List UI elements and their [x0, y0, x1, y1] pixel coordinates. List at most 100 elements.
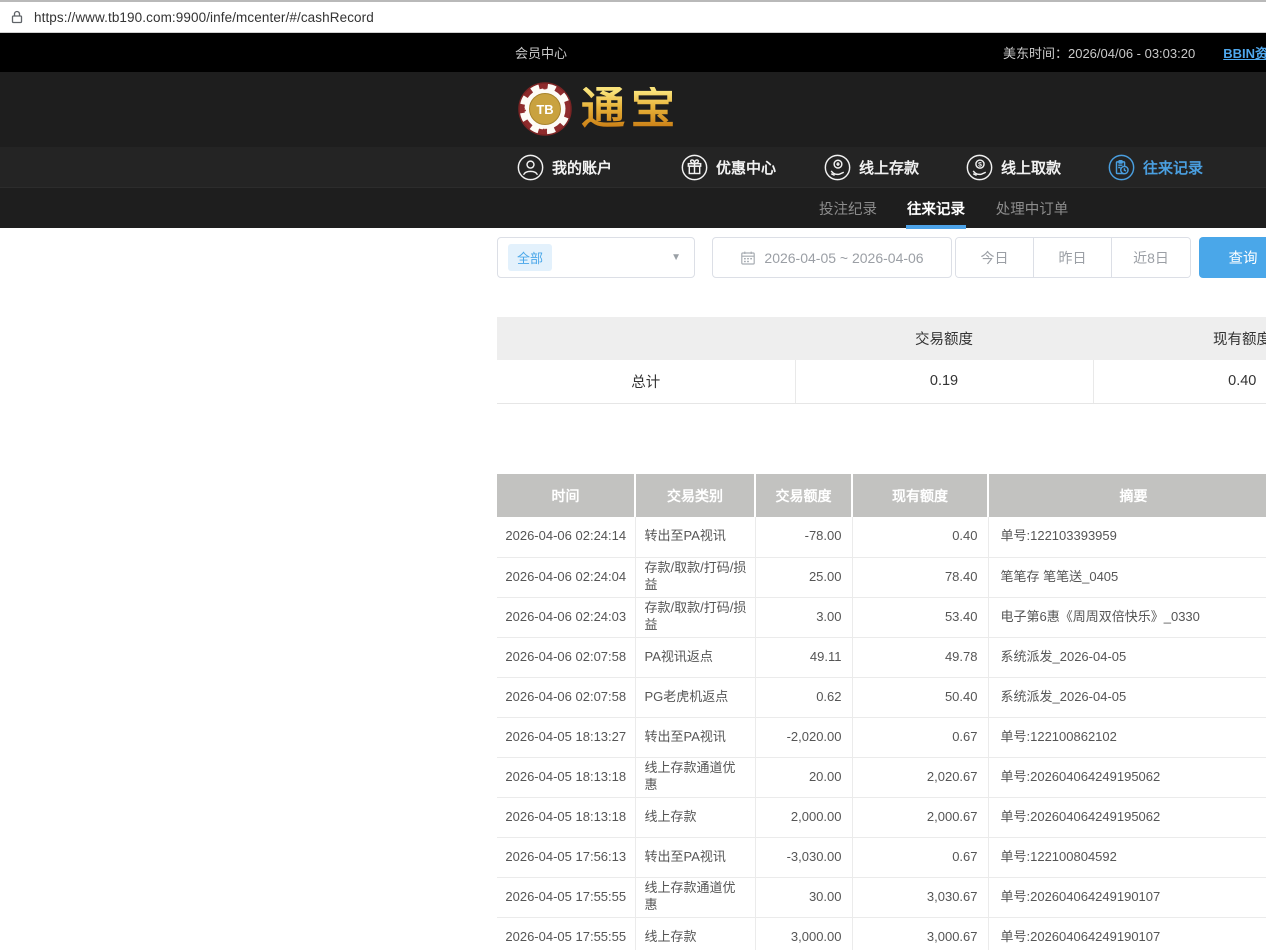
sub-nav: 投注纪录 往来记录 处理中订单	[0, 187, 1266, 228]
table-row: 2026-04-06 02:24:04存款/取款/打码/损益25.0078.40…	[497, 557, 1266, 597]
table-row: 2026-04-05 17:55:55线上存款通道优惠30.003,030.67…	[497, 877, 1266, 917]
main-nav: 我的账户 优惠中心 线上存款	[0, 147, 1266, 187]
table-cell: 线上存款通道优惠	[635, 757, 755, 797]
user-icon	[517, 154, 544, 181]
nav-item-online-withdraw[interactable]: $ 线上取款	[966, 147, 1061, 187]
table-cell: 2026-04-05 18:13:27	[497, 717, 635, 757]
bbin-link[interactable]: BBIN资	[1223, 43, 1266, 62]
table-cell: 线上存款	[635, 917, 755, 950]
last-8-days-button[interactable]: 近8日	[1112, 238, 1190, 277]
date-range-value: 2026-04-05 ~ 2026-04-06	[764, 250, 923, 266]
category-selected-tag[interactable]: 全部	[508, 244, 552, 271]
table-cell: 存款/取款/打码/损益	[635, 597, 755, 637]
table-cell: 2026-04-06 02:24:04	[497, 557, 635, 597]
table-cell: 2026-04-06 02:24:03	[497, 597, 635, 637]
table-row: 2026-04-05 18:13:18线上存款通道优惠20.002,020.67…	[497, 757, 1266, 797]
active-tab-underline	[906, 225, 966, 229]
records-table-header: 时间交易类别交易额度现有额度摘要	[497, 474, 1266, 517]
table-cell: 单号:122103393959	[988, 517, 1266, 557]
nav-label: 优惠中心	[716, 157, 776, 178]
date-range-input[interactable]: 2026-04-05 ~ 2026-04-06	[712, 237, 952, 278]
tab-label: 投注纪录	[819, 198, 877, 219]
nav-item-my-account[interactable]: 我的账户	[517, 147, 612, 187]
table-cell: 存款/取款/打码/损益	[635, 557, 755, 597]
table-cell: 2026-04-05 18:13:18	[497, 797, 635, 837]
table-cell: 单号:122100862102	[988, 717, 1266, 757]
records-column-header: 时间	[497, 474, 635, 517]
table-cell: 单号:202604064249195062	[988, 757, 1266, 797]
table-cell: 单号:202604064249190107	[988, 877, 1266, 917]
member-center-link[interactable]: 会员中心	[515, 33, 567, 72]
eastern-time-label: 美东时间：2026/04/06 - 03:03:20	[1003, 43, 1195, 62]
svg-text:$: $	[978, 161, 982, 168]
tab-cash-records[interactable]: 往来记录	[906, 188, 966, 229]
nav-item-promotions[interactable]: 优惠中心	[681, 147, 776, 187]
table-cell: 系统派发_2026-04-05	[988, 637, 1266, 677]
table-cell: 78.40	[852, 557, 988, 597]
gift-icon	[681, 154, 708, 181]
category-select[interactable]: 全部 ▼	[497, 237, 695, 278]
table-cell: 2026-04-06 02:24:14	[497, 517, 635, 557]
page: https://www.tb190.com:9900/infe/mcenter/…	[0, 0, 1266, 950]
table-cell: 3,000.67	[852, 917, 988, 950]
table-cell: 2026-04-05 17:56:13	[497, 837, 635, 877]
browser-address-bar[interactable]: https://www.tb190.com:9900/infe/mcenter/…	[0, 0, 1266, 33]
table-cell: 0.40	[852, 517, 988, 557]
yesterday-button[interactable]: 昨日	[1034, 238, 1112, 277]
nav-label: 我的账户	[552, 157, 612, 178]
table-cell: 3.00	[755, 597, 852, 637]
url-text[interactable]: https://www.tb190.com:9900/infe/mcenter/…	[34, 10, 374, 25]
tab-pending-orders[interactable]: 处理中订单	[994, 188, 1070, 229]
table-cell: 0.62	[755, 677, 852, 717]
table-cell: 单号:122100804592	[988, 837, 1266, 877]
lock-icon	[9, 9, 25, 25]
records-column-header: 现有额度	[852, 474, 988, 517]
table-cell: 25.00	[755, 557, 852, 597]
brand-logo[interactable]: TB ♠ ♥ ♣ ♦ 通宝	[517, 81, 681, 137]
table-cell: 系统派发_2026-04-05	[988, 677, 1266, 717]
table-cell: 2026-04-06 02:07:58	[497, 637, 635, 677]
table-cell: -3,030.00	[755, 837, 852, 877]
nav-item-online-deposit[interactable]: 线上存款	[824, 147, 919, 187]
summary-trade-total: 0.19	[795, 360, 1093, 403]
table-cell: 转出至PA视讯	[635, 837, 755, 877]
table-cell: 2026-04-05 17:55:55	[497, 917, 635, 950]
table-cell: -78.00	[755, 517, 852, 557]
tab-label: 处理中订单	[996, 198, 1069, 219]
table-cell: 3,000.00	[755, 917, 852, 950]
table-row: 2026-04-05 18:13:18线上存款2,000.002,000.67单…	[497, 797, 1266, 837]
records-column-header: 交易额度	[755, 474, 852, 517]
tab-bet-records[interactable]: 投注纪录	[818, 188, 878, 229]
svg-text:TB: TB	[536, 102, 553, 117]
query-button[interactable]: 查询	[1199, 237, 1266, 278]
table-cell: 2,000.67	[852, 797, 988, 837]
deposit-icon	[824, 154, 851, 181]
table-cell: 转出至PA视讯	[635, 517, 755, 557]
brand-name: 通宝	[581, 87, 681, 131]
table-row: 2026-04-06 02:24:03存款/取款/打码/损益3.0053.40电…	[497, 597, 1266, 637]
svg-text:♥: ♥	[542, 128, 547, 135]
withdraw-icon: $	[966, 154, 993, 181]
table-row: 2026-04-05 18:13:27转出至PA视讯-2,020.000.67单…	[497, 717, 1266, 757]
today-button[interactable]: 今日	[956, 238, 1034, 277]
svg-text:♠: ♠	[542, 85, 547, 92]
svg-text:♣: ♣	[521, 107, 526, 114]
table-cell: 单号:202604064249190107	[988, 917, 1266, 950]
calendar-icon	[740, 250, 756, 266]
table-row: 2026-04-06 02:07:58PG老虎机返点0.6250.40系统派发_…	[497, 677, 1266, 717]
table-cell: 0.67	[852, 717, 988, 757]
nav-label: 往来记录	[1143, 157, 1203, 178]
nav-item-cash-records[interactable]: 往来记录	[1108, 147, 1203, 187]
table-cell: 线上存款	[635, 797, 755, 837]
summary-table: 交易额度 现有额度 总计 0.19 0.40	[497, 317, 1266, 404]
table-cell: 2,020.67	[852, 757, 988, 797]
table-cell: 50.40	[852, 677, 988, 717]
nav-label: 线上存款	[859, 157, 919, 178]
svg-text:♦: ♦	[564, 107, 569, 114]
table-row: 2026-04-06 02:24:14转出至PA视讯-78.000.40单号:1…	[497, 517, 1266, 557]
tab-label: 往来记录	[907, 198, 965, 219]
records-icon	[1108, 154, 1135, 181]
table-cell: 20.00	[755, 757, 852, 797]
table-cell: 49.78	[852, 637, 988, 677]
quick-range-buttons: 今日 昨日 近8日	[955, 237, 1191, 278]
